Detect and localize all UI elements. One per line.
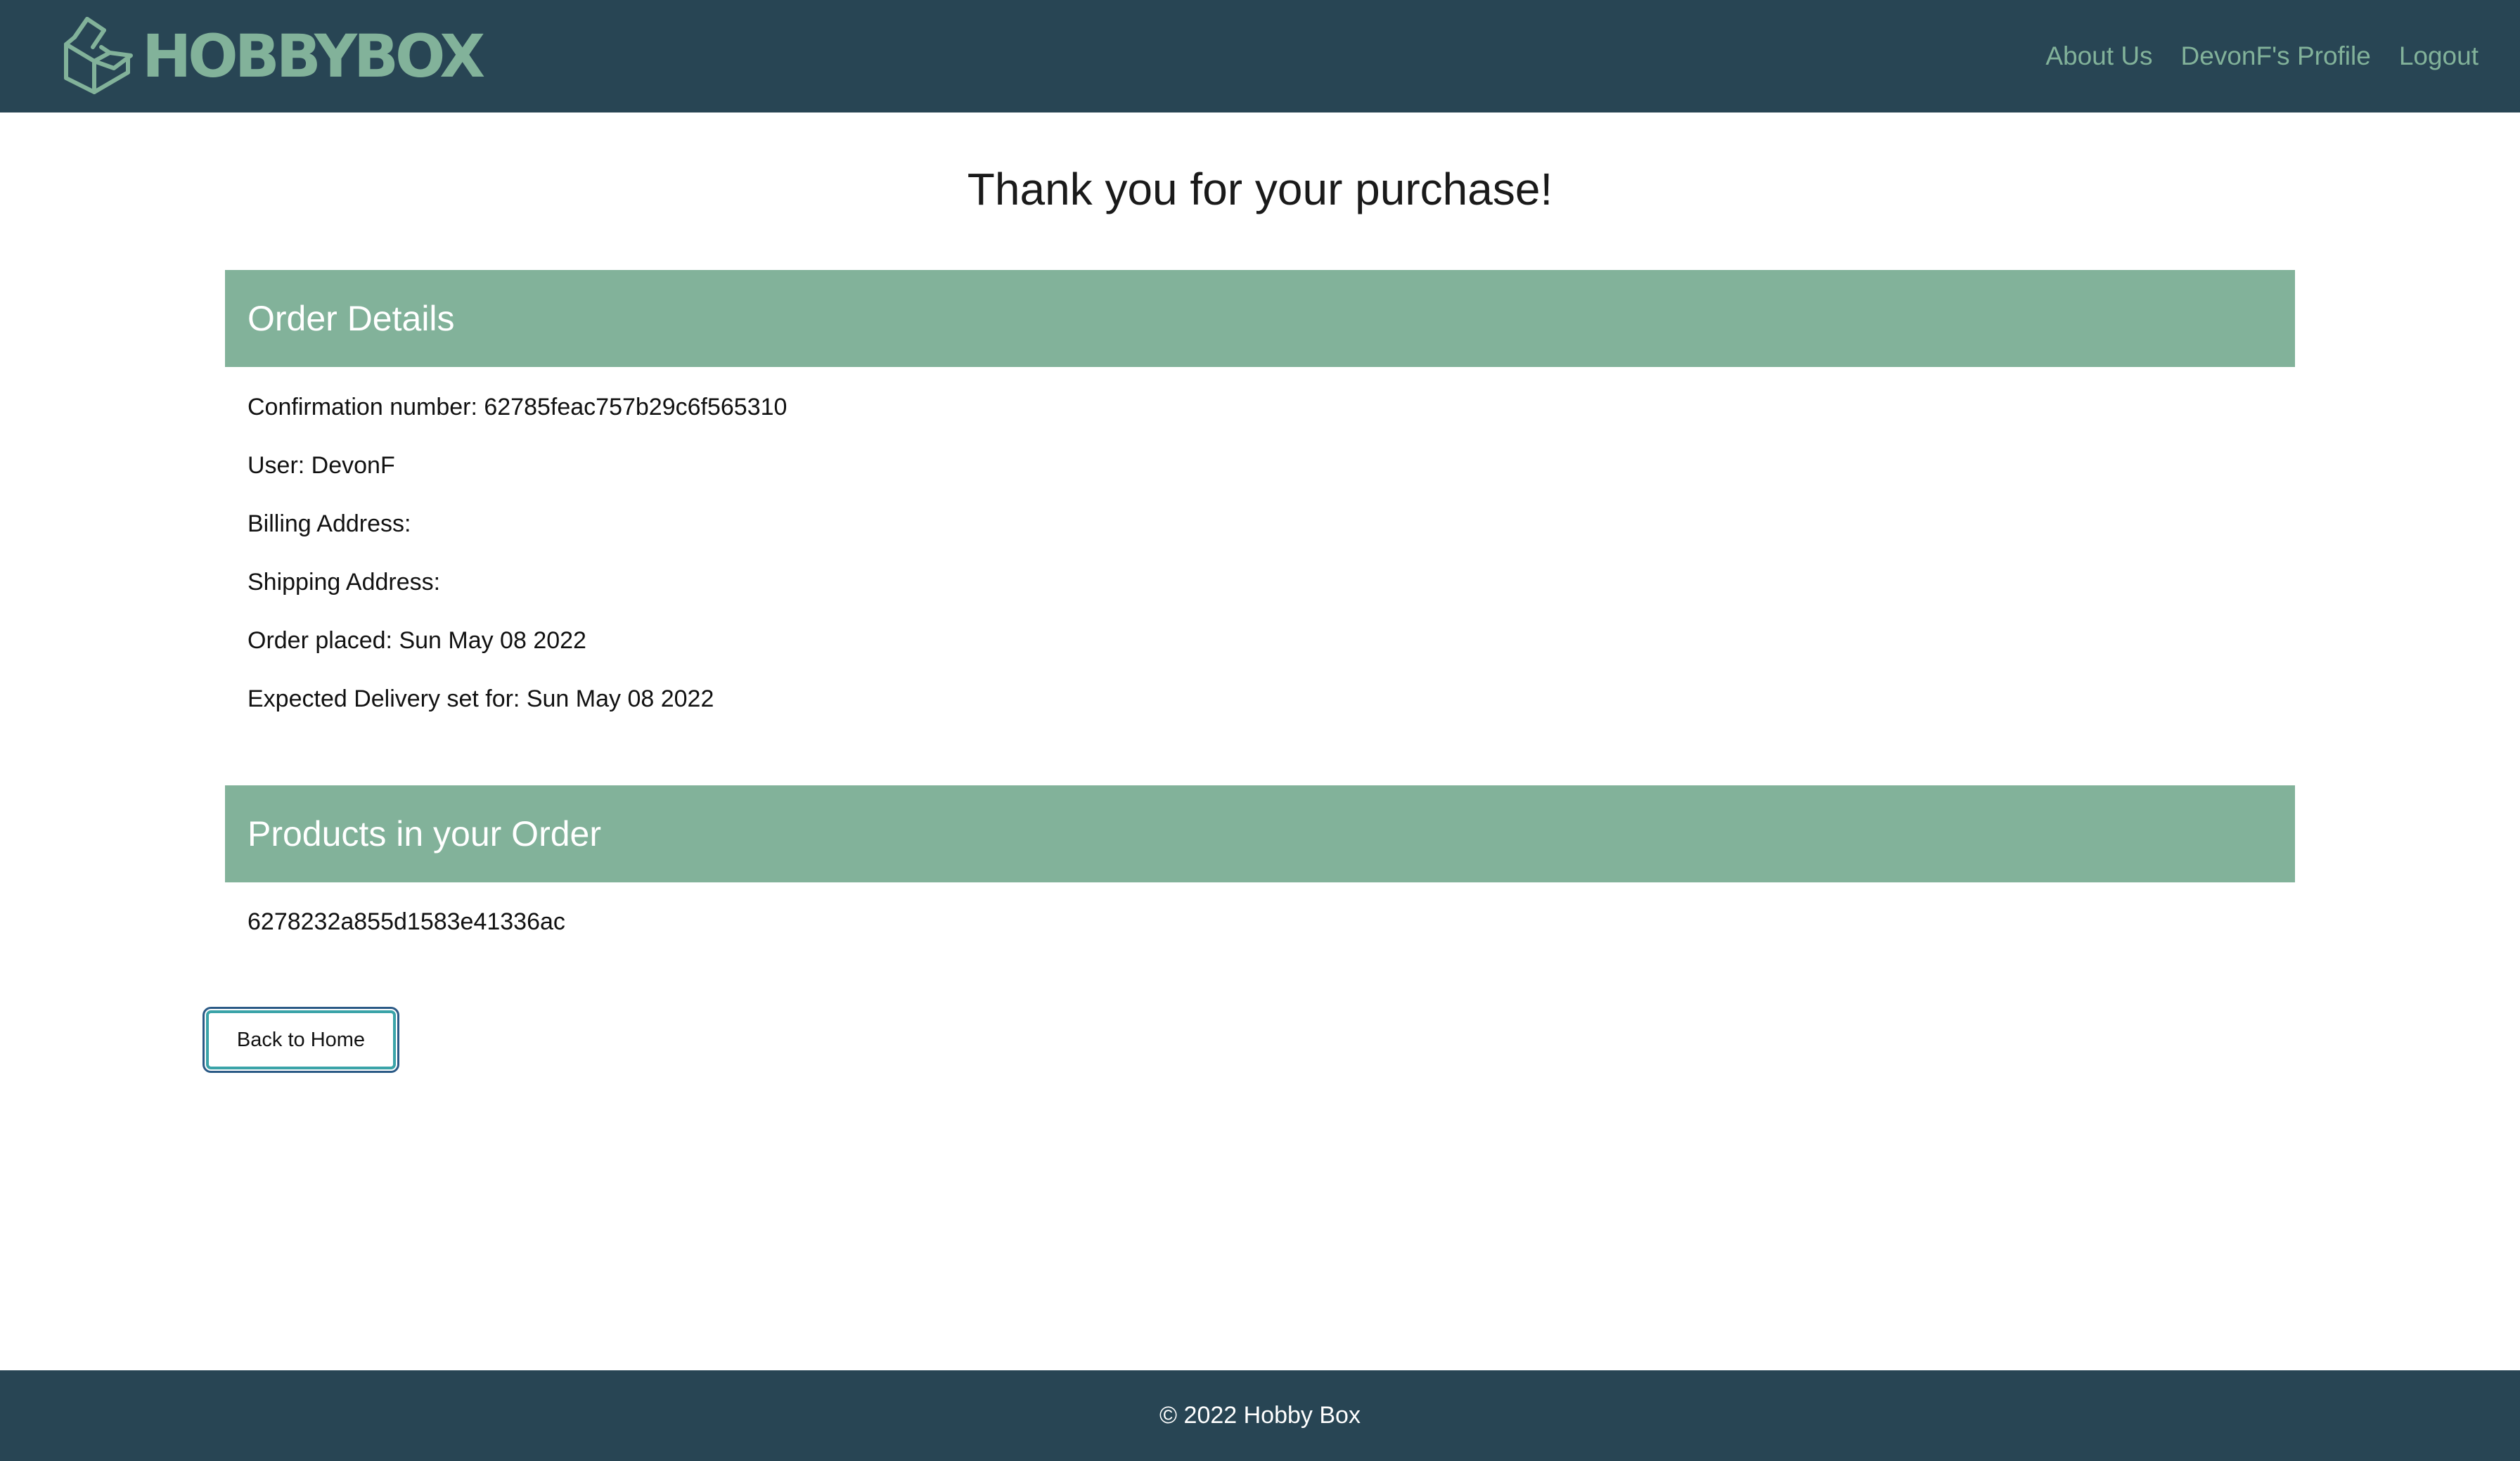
brand-logo-link[interactable]: HOBBYBOX xyxy=(60,16,485,97)
navbar: HOBBYBOX About Us DevonF's Profile Logou… xyxy=(0,0,2520,112)
products-header: Products in your Order xyxy=(225,785,2295,882)
brand-name: HOBBYBOX xyxy=(142,22,485,91)
product-list-item: 6278232a855d1583e41336ac xyxy=(248,908,565,935)
order-details-header: Order Details xyxy=(225,270,2295,367)
expected-delivery-date: Expected Delivery set for: Sun May 08 20… xyxy=(248,686,714,712)
back-to-home-button[interactable]: Back to Home xyxy=(202,1007,399,1073)
order-details-heading: Order Details xyxy=(248,299,455,338)
footer: © 2022 Hobby Box xyxy=(0,1370,2520,1461)
billing-address: Billing Address: xyxy=(248,510,411,537)
nav-logout-link[interactable]: Logout xyxy=(2399,41,2479,71)
order-placed-date: Order placed: Sun May 08 2022 xyxy=(248,627,586,654)
open-box-icon xyxy=(64,16,133,94)
order-user: User: DevonF xyxy=(248,452,395,479)
nav-profile-link[interactable]: DevonF's Profile xyxy=(2181,41,2371,71)
confirmation-number: Confirmation number: 62785feac757b29c6f5… xyxy=(248,394,788,420)
products-heading: Products in your Order xyxy=(248,814,601,854)
page: HOBBYBOX About Us DevonF's Profile Logou… xyxy=(0,0,2520,1461)
nav-about-us-link[interactable]: About Us xyxy=(2045,41,2152,71)
shipping-address: Shipping Address: xyxy=(248,569,441,596)
nav-links: About Us DevonF's Profile Logout xyxy=(2017,41,2479,71)
footer-copyright: © 2022 Hobby Box xyxy=(1159,1402,1361,1429)
page-title: Thank you for your purchase! xyxy=(967,164,1553,214)
